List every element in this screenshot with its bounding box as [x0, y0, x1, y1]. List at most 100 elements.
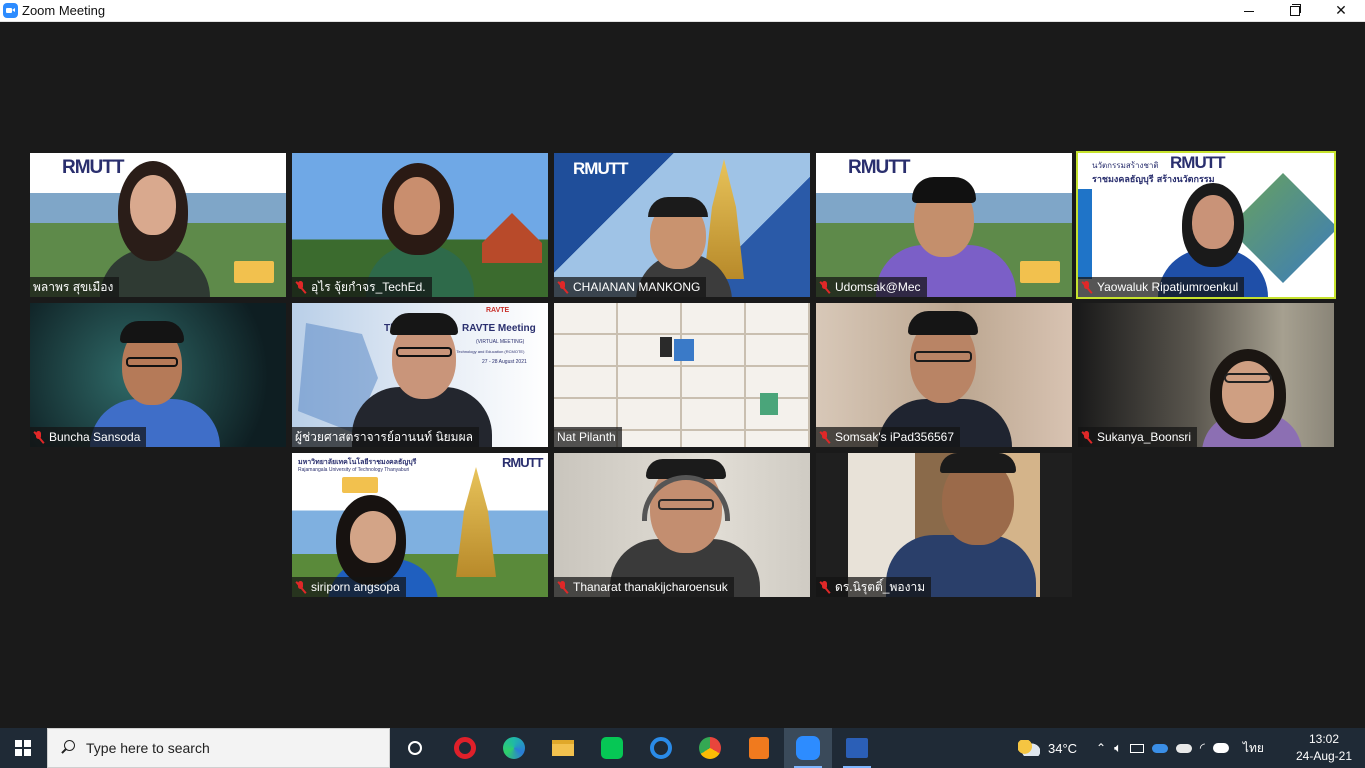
video-tile[interactable]: Nat Pilanth: [554, 303, 810, 447]
rmutt-logo: RMUTT: [62, 157, 124, 178]
participant-name: Nat Pilanth: [557, 430, 616, 444]
muted-mic-icon: [557, 280, 569, 294]
glasses: [914, 351, 972, 362]
taskbar-clock[interactable]: 13:02 24-Aug-21: [1292, 731, 1356, 765]
word-taskbar-button[interactable]: [833, 728, 881, 768]
shelf-book: [760, 393, 778, 415]
partly-cloudy-icon: [1018, 740, 1040, 756]
shelf-frame: [660, 337, 672, 357]
chrome-taskbar-button[interactable]: [686, 728, 734, 768]
participant-nameplate: Udomsak@Mec: [816, 277, 927, 297]
rmutt-logo: RMUTT: [848, 157, 910, 178]
participant-nameplate: พลาพร สุขเมือง: [30, 277, 120, 297]
video-tile[interactable]: มหาวิทยาลัยเทคโนโลยีราชมงคลธัญบุรี Rajam…: [292, 453, 548, 597]
stars-badge: [1020, 261, 1060, 283]
speaker-icon[interactable]: 🔈︎: [1114, 740, 1122, 756]
muted-mic-icon: [1081, 430, 1093, 444]
cloud-upload-icon[interactable]: [1212, 743, 1229, 753]
participant-hair: [390, 313, 458, 335]
stars-badge: [234, 261, 274, 283]
participant-nameplate: Sukanya_Boonsri: [1078, 427, 1198, 447]
battery-icon[interactable]: [1129, 743, 1144, 753]
video-tile[interactable]: Buncha Sansoda: [30, 303, 286, 447]
close-button[interactable]: ✕: [1318, 0, 1364, 22]
opera-taskbar-button[interactable]: [441, 728, 489, 768]
zoom-icon: [796, 736, 820, 760]
participant-nameplate: siriporn angsopa: [292, 577, 406, 597]
participant-nameplate: Thanarat thanakijcharoensuk: [554, 577, 734, 597]
participant-nameplate: Yaowaluk Ripatjumroenkul: [1078, 277, 1245, 297]
task-view-icon: [408, 741, 422, 755]
search-icon: [60, 740, 76, 756]
pdf-app-taskbar-button[interactable]: [735, 728, 783, 768]
ravte-subtitle: (VIRTUAL MEETING): [476, 339, 525, 345]
windows-logo-icon: [15, 740, 31, 756]
video-tile[interactable]: RMUTT พลาพร สุขเมือง: [30, 153, 286, 297]
chrome-icon: [699, 737, 721, 759]
file-explorer-taskbar-button[interactable]: [539, 728, 587, 768]
bookshelf-dividers: [554, 303, 810, 447]
participant-nameplate: ผู้ช่วยศาสตราจารย์อานนท์ นิยมผล: [292, 427, 479, 447]
participant-face: [394, 177, 440, 235]
camera-background: [1078, 303, 1334, 447]
opera-icon: [454, 737, 476, 759]
participant-name: พลาพร สุขเมือง: [33, 279, 114, 294]
minimize-button[interactable]: [1226, 0, 1272, 22]
video-tile[interactable]: Somsak's iPad356567: [816, 303, 1072, 447]
onedrive-icon[interactable]: [1151, 743, 1168, 753]
muted-mic-icon: [819, 280, 831, 294]
ravte-date: 27 - 28 August 2021: [482, 359, 527, 365]
participant-nameplate: Buncha Sansoda: [30, 427, 147, 447]
rmutt-logo: RMUTT: [502, 455, 543, 470]
video-tile[interactable]: Th RAVTE Meeting RAVTE (VIRTUAL MEETING)…: [292, 303, 548, 447]
participant-face: [350, 511, 396, 563]
gallery-view: RMUTT พลาพร สุขเมือง อุไร จุ้ยกำจร_TechE…: [0, 23, 1365, 728]
close-icon: ✕: [1335, 3, 1347, 19]
shelf-book: [674, 339, 694, 361]
video-tile-active-speaker[interactable]: นวัตกรรมสร้างชาติ ราชมงคลธัญบุรี สร้างนว…: [1076, 151, 1336, 299]
line-taskbar-button[interactable]: [588, 728, 636, 768]
video-tile[interactable]: Thanarat thanakijcharoensuk: [554, 453, 810, 597]
participant-name: siriporn angsopa: [311, 580, 400, 594]
windows-taskbar: Type here to search 34°C ⌃ 🔈︎ ◜ ไทย 13:0…: [0, 728, 1365, 768]
internet-explorer-taskbar-button[interactable]: [637, 728, 685, 768]
video-tile[interactable]: อุไร จุ้ยกำจร_TechEd.: [292, 153, 548, 297]
muted-mic-icon: [819, 580, 831, 594]
video-tile[interactable]: RMUTT CHAIANAN MANKONG: [554, 153, 810, 297]
window-titlebar: Zoom Meeting ✕: [0, 0, 1365, 22]
participant-face: [130, 175, 176, 235]
video-tile[interactable]: Sukanya_Boonsri: [1078, 303, 1334, 447]
input-language-indicator[interactable]: ไทย: [1243, 739, 1264, 758]
participant-name: ดร.นิรุตติ์_พองาม: [835, 579, 926, 594]
wifi-icon[interactable]: ◜: [1200, 740, 1205, 756]
maximize-button[interactable]: [1272, 0, 1318, 22]
participant-name: Sukanya_Boonsri: [1097, 430, 1192, 444]
zoom-taskbar-button[interactable]: [784, 728, 832, 768]
participant-hair: [120, 321, 184, 343]
video-tile[interactable]: ดร.นิรุตติ์_พองาม: [816, 453, 1072, 597]
participant-nameplate: Nat Pilanth: [554, 427, 622, 447]
word-icon: [846, 738, 868, 758]
participant-face: [1222, 361, 1274, 423]
task-view-button[interactable]: [391, 728, 439, 768]
banner-tagline: นวัตกรรมสร้างชาติ: [1092, 161, 1159, 170]
participant-hair: [648, 197, 708, 217]
ravte-organisation: of Technology and Education (RCMOTE): [452, 349, 525, 354]
start-button[interactable]: [0, 728, 46, 768]
ravte-logo: RAVTE: [486, 307, 510, 314]
pdf-app-icon: [749, 737, 769, 759]
glasses: [126, 357, 178, 367]
chevron-up-icon[interactable]: ⌃: [1096, 741, 1106, 755]
participant-name: ผู้ช่วยศาสตราจารย์อานนท์ นิยมผล: [295, 429, 473, 444]
edge-taskbar-button[interactable]: [490, 728, 538, 768]
taskbar-search-box[interactable]: Type here to search: [47, 728, 390, 768]
glasses: [658, 499, 714, 510]
muted-mic-icon: [557, 580, 569, 594]
video-tile[interactable]: RMUTT Udomsak@Mec: [816, 153, 1072, 297]
weather-widget[interactable]: 34°C: [1018, 728, 1077, 768]
participant-name: CHAIANAN MANKONG: [573, 280, 701, 294]
onedrive-personal-icon[interactable]: [1175, 743, 1192, 753]
edge-icon: [503, 737, 525, 759]
participant-name: Udomsak@Mec: [835, 280, 921, 294]
zoom-app-icon: [3, 3, 18, 18]
